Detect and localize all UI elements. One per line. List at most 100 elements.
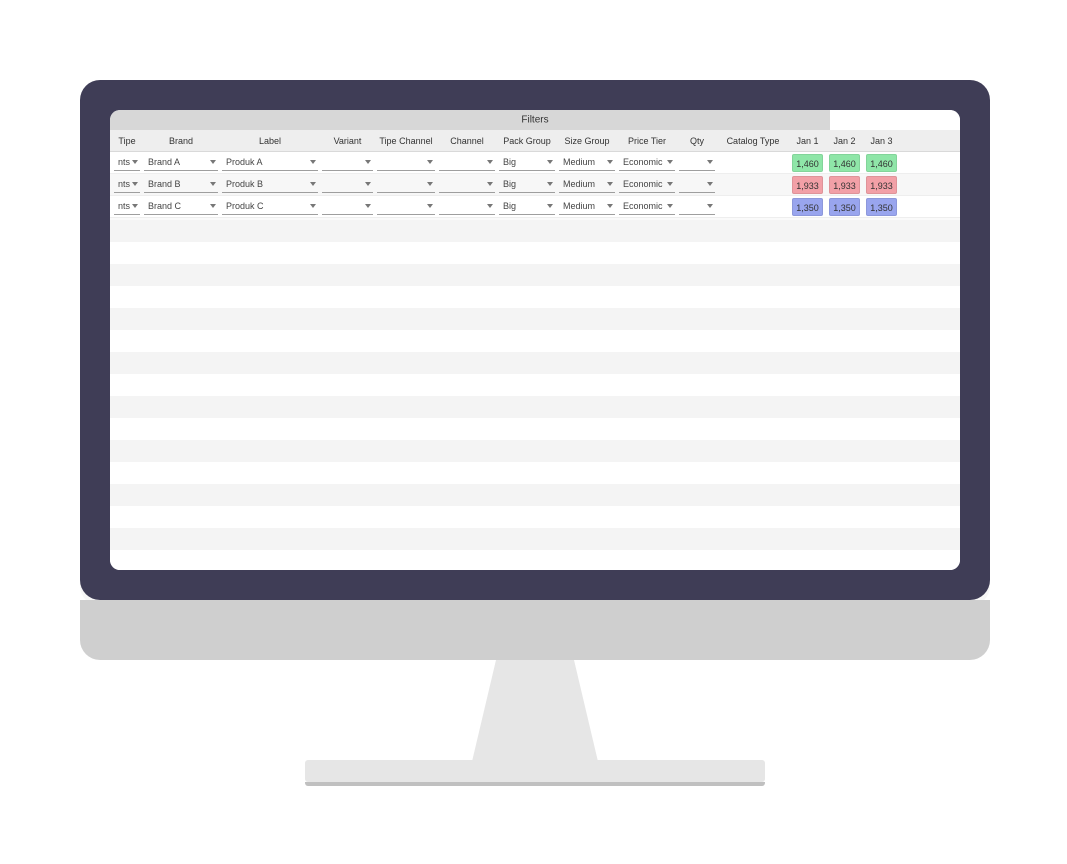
label-dropdown[interactable]: Produk C <box>222 198 318 215</box>
variant-dropdown[interactable] <box>322 198 373 215</box>
data-rows: ntsBrand AProduk ABigMediumEconomic1,460… <box>110 152 960 218</box>
size-group-dropdown[interactable]: Medium <box>559 176 615 193</box>
col-header-tipe: Tipe <box>112 136 142 146</box>
chevron-down-icon <box>547 182 553 186</box>
tipe-dropdown-value: nts <box>118 157 130 167</box>
app-screen: Filters Tipe Brand Label Variant Tipe Ch… <box>110 110 960 570</box>
chevron-down-icon <box>667 204 673 208</box>
filters-band-blank-tab <box>830 110 960 130</box>
size-group-dropdown[interactable]: Medium <box>559 154 615 171</box>
filters-band-label: Filters <box>521 115 548 126</box>
value-cell: 1,350 <box>866 198 897 216</box>
tipe-dropdown[interactable]: nts <box>114 198 140 215</box>
pack-group-dropdown[interactable]: Big <box>499 154 555 171</box>
chevron-down-icon <box>310 182 316 186</box>
col-header-qty: Qty <box>677 136 717 146</box>
chevron-down-icon <box>210 204 216 208</box>
value-cell: 1,350 <box>829 198 860 216</box>
brand-dropdown[interactable]: Brand C <box>144 198 218 215</box>
col-header-label: Label <box>220 136 320 146</box>
chevron-down-icon <box>707 160 713 164</box>
tipe-dropdown[interactable]: nts <box>114 176 140 193</box>
tipe-dropdown-value: nts <box>118 179 130 189</box>
price-tier-dropdown-value: Economic <box>623 179 663 189</box>
col-header-variant: Variant <box>320 136 375 146</box>
pack-group-dropdown[interactable]: Big <box>499 176 555 193</box>
brand-dropdown-value: Brand B <box>148 179 181 189</box>
value-cell: 1,460 <box>866 154 897 172</box>
empty-grid-area <box>110 220 960 570</box>
chevron-down-icon <box>427 182 433 186</box>
channel-dropdown[interactable] <box>439 154 495 171</box>
col-header-brand: Brand <box>142 136 220 146</box>
chevron-down-icon <box>365 182 371 186</box>
label-dropdown-value: Produk B <box>226 179 263 189</box>
channel-dropdown[interactable] <box>439 176 495 193</box>
chevron-down-icon <box>310 204 316 208</box>
col-header-catalog-type: Catalog Type <box>717 136 789 146</box>
label-dropdown[interactable]: Produk B <box>222 176 318 193</box>
variant-dropdown[interactable] <box>322 176 373 193</box>
value-cell: 1,933 <box>792 176 823 194</box>
table-row: nts Brand C Produk C Big Medium Economic 1,350… <box>110 196 960 218</box>
pack-group-dropdown-value: Big <box>503 201 516 211</box>
filters-band: Filters <box>110 110 960 130</box>
tipe-dropdown[interactable]: nts <box>114 154 140 171</box>
chevron-down-icon <box>487 182 493 186</box>
chevron-down-icon <box>310 160 316 164</box>
brand-dropdown-value: Brand C <box>148 201 181 211</box>
chevron-down-icon <box>607 182 613 186</box>
value-cell: 1,933 <box>866 176 897 194</box>
size-group-dropdown-value: Medium <box>563 157 595 167</box>
price-tier-dropdown[interactable]: Economic <box>619 176 675 193</box>
chevron-down-icon <box>707 204 713 208</box>
chevron-down-icon <box>132 160 138 164</box>
size-group-dropdown[interactable]: Medium <box>559 198 615 215</box>
qty-dropdown[interactable] <box>679 176 715 193</box>
label-dropdown-value: Produk C <box>226 201 264 211</box>
col-header-tipe-channel: Tipe Channel <box>375 136 437 146</box>
value-cell: 1,460 <box>829 154 860 172</box>
brand-dropdown-value: Brand A <box>148 157 180 167</box>
qty-dropdown[interactable] <box>679 154 715 171</box>
pack-group-dropdown-value: Big <box>503 179 516 189</box>
pack-group-dropdown[interactable]: Big <box>499 198 555 215</box>
variant-dropdown[interactable] <box>322 154 373 171</box>
table-row: nts Brand A Produk A Big Medium Economic 1,460… <box>110 152 960 174</box>
col-header-jan1: Jan 1 <box>789 136 826 146</box>
col-header-pack-group: Pack Group <box>497 136 557 146</box>
chevron-down-icon <box>707 182 713 186</box>
label-dropdown[interactable]: Produk A <box>222 154 318 171</box>
chevron-down-icon <box>365 160 371 164</box>
chevron-down-icon <box>547 160 553 164</box>
tipe-channel-dropdown[interactable] <box>377 198 435 215</box>
price-tier-dropdown-value: Economic <box>623 201 663 211</box>
pack-group-dropdown-value: Big <box>503 157 516 167</box>
chevron-down-icon <box>427 160 433 164</box>
chevron-down-icon <box>210 182 216 186</box>
price-tier-dropdown[interactable]: Economic <box>619 198 675 215</box>
chevron-down-icon <box>427 204 433 208</box>
brand-dropdown[interactable]: Brand A <box>144 154 218 171</box>
qty-dropdown[interactable] <box>679 198 715 215</box>
chevron-down-icon <box>667 160 673 164</box>
col-header-channel: Channel <box>437 136 497 146</box>
tipe-channel-dropdown[interactable] <box>377 176 435 193</box>
chevron-down-icon <box>607 204 613 208</box>
brand-dropdown[interactable]: Brand B <box>144 176 218 193</box>
chevron-down-icon <box>487 160 493 164</box>
col-header-jan2: Jan 2 <box>826 136 863 146</box>
channel-dropdown[interactable] <box>439 198 495 215</box>
chevron-down-icon <box>667 182 673 186</box>
monitor-stand-neck <box>470 660 600 770</box>
price-tier-dropdown[interactable]: Economic <box>619 154 675 171</box>
tipe-dropdown-value: nts <box>118 201 130 211</box>
chevron-down-icon <box>547 204 553 208</box>
tipe-channel-dropdown[interactable] <box>377 154 435 171</box>
chevron-down-icon <box>607 160 613 164</box>
col-header-jan3: Jan 3 <box>863 136 900 146</box>
value-cell: 1,460 <box>792 154 823 172</box>
size-group-dropdown-value: Medium <box>563 201 595 211</box>
value-cell: 1,350 <box>792 198 823 216</box>
table-row: nts Brand B Produk B Big Medium Economic 1,933… <box>110 174 960 196</box>
